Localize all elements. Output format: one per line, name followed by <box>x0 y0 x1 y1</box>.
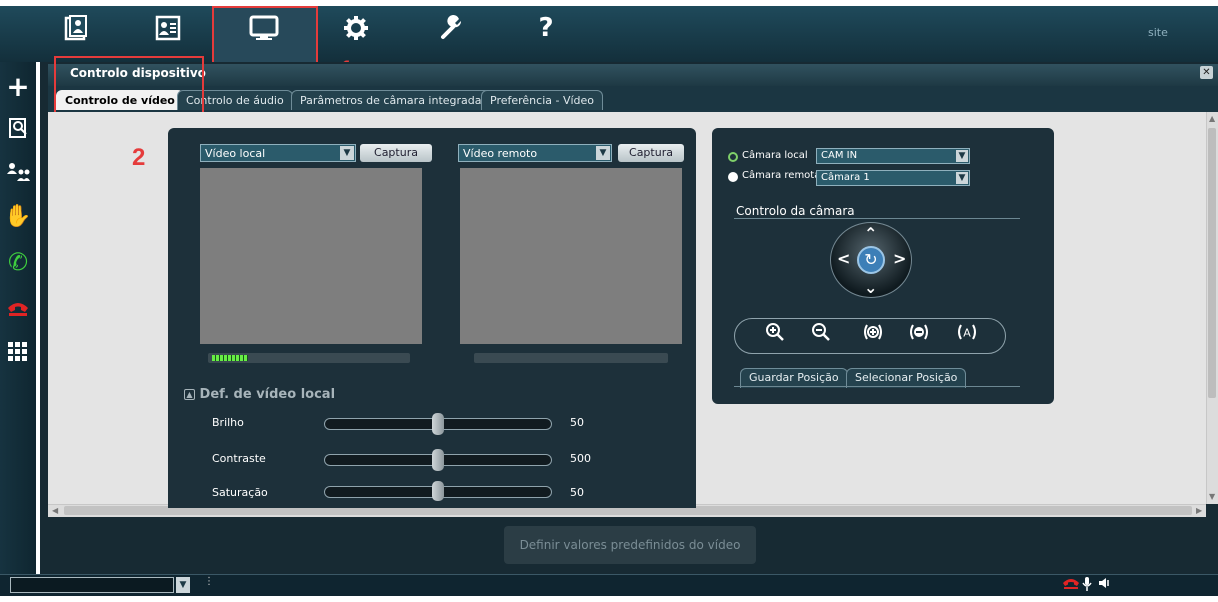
local-video-level-fill <box>212 355 248 361</box>
chevron-down-icon[interactable]: ▼ <box>176 577 190 593</box>
remote-video-preview <box>460 168 682 344</box>
camera-control-title: Controlo da câmara <box>736 204 855 218</box>
local-camera-radio[interactable] <box>728 152 738 162</box>
speaker-icon[interactable] <box>1098 576 1112 594</box>
remote-video-level-meter <box>474 353 668 363</box>
local-video-select[interactable]: Vídeo local ▼ <box>200 144 356 162</box>
contacts-book-icon[interactable] <box>54 6 98 50</box>
local-video-select-value: Vídeo local <box>205 147 266 160</box>
tab-video-preference[interactable]: Preferência - Vídeo <box>481 90 604 110</box>
saturation-label: Saturação <box>212 486 268 499</box>
local-camera-label: Câmara local <box>742 150 808 161</box>
chevron-right-icon[interactable]: > <box>893 249 906 268</box>
zoom-in-icon[interactable] <box>762 322 788 348</box>
chevron-down-icon: ▼ <box>340 146 354 160</box>
contact-card-icon[interactable] <box>146 6 190 50</box>
chevron-left-icon[interactable]: < <box>837 249 850 268</box>
divider <box>734 218 1020 219</box>
brightness-label: Brilho <box>212 416 244 429</box>
contrast-slider-handle[interactable] <box>432 449 444 471</box>
call-icon[interactable]: ✆ <box>4 248 32 276</box>
brightness-slider-handle[interactable] <box>432 413 444 435</box>
local-video-settings-label: Def. de vídeo local <box>199 387 336 402</box>
focus-minus-icon[interactable] <box>906 322 932 348</box>
chevron-down-icon: ▼ <box>596 146 610 160</box>
highlight-box-monitor <box>212 6 318 64</box>
zoom-out-icon[interactable] <box>808 322 834 348</box>
scroll-left-icon[interactable]: ◀ <box>52 506 58 515</box>
save-position-button[interactable]: Guardar Posição <box>740 368 848 388</box>
remote-camera-radio[interactable] <box>728 172 738 182</box>
contrast-value: 500 <box>570 452 591 465</box>
scroll-right-icon[interactable]: ▶ <box>1196 506 1202 515</box>
hang-up-status-icon[interactable] <box>1062 576 1080 594</box>
wrench-icon[interactable] <box>430 6 474 50</box>
select-position-button[interactable]: Selecionar Posição <box>846 368 967 388</box>
raise-hand-icon[interactable]: ✋ <box>4 202 32 230</box>
remote-camera-label: Câmara remota <box>742 170 821 181</box>
focus-plus-icon[interactable] <box>860 322 886 348</box>
scroll-down-icon[interactable]: ▼ <box>1209 492 1215 501</box>
scroll-up-icon[interactable]: ▲ <box>1209 114 1215 123</box>
remote-video-select[interactable]: Vídeo remoto ▼ <box>458 144 612 162</box>
site-label: site <box>1148 26 1168 39</box>
status-separator: ⋮ <box>204 576 214 587</box>
conference-icon[interactable] <box>4 158 32 186</box>
chevron-up-icon[interactable]: ⌃ <box>864 224 877 243</box>
close-icon[interactable]: ✕ <box>1200 66 1213 79</box>
contrast-label: Contraste <box>212 452 266 465</box>
capture-local-button[interactable]: Captura <box>360 144 432 162</box>
contact-search-icon[interactable] <box>4 114 32 142</box>
local-video-settings-title[interactable]: ▲ Def. de vídeo local <box>184 387 335 402</box>
chevron-down-icon: ▼ <box>956 150 968 162</box>
gear-icon[interactable] <box>334 6 378 50</box>
saturation-value: 50 <box>570 486 584 499</box>
remote-camera-select[interactable]: Câmara 1 ▼ <box>816 170 970 186</box>
remote-camera-value: Câmara 1 <box>821 172 870 183</box>
chevron-down-icon: ▼ <box>956 172 968 184</box>
saturation-slider-handle[interactable] <box>432 481 444 501</box>
local-camera-value: CAM IN <box>821 150 858 161</box>
local-camera-select[interactable]: CAM IN ▼ <box>816 148 970 164</box>
tab-integrated-camera-parameters[interactable]: Parâmetros de câmara integrada <box>291 90 491 110</box>
brightness-value: 50 <box>570 416 584 429</box>
divider <box>734 386 1020 387</box>
status-select[interactable] <box>10 577 174 593</box>
vertical-scroll-thumb[interactable] <box>1208 128 1216 398</box>
panel-header <box>48 64 1218 86</box>
add-icon[interactable]: + <box>4 70 32 103</box>
capture-remote-button[interactable]: Captura <box>618 144 684 162</box>
help-icon[interactable]: ? <box>524 6 568 50</box>
local-video-preview <box>200 168 422 344</box>
chevron-down-icon[interactable]: ⌄ <box>864 278 877 297</box>
annotation-number-2: 2 <box>132 144 146 171</box>
svg-text:A: A <box>963 327 971 340</box>
collapse-icon: ▲ <box>184 389 195 400</box>
keypad-icon[interactable] <box>4 338 32 366</box>
auto-focus-icon[interactable]: A <box>954 322 980 348</box>
remote-video-select-value: Vídeo remoto <box>463 147 538 160</box>
microphone-icon[interactable] <box>1082 576 1092 596</box>
reset-position-icon[interactable]: ↻ <box>857 246 885 274</box>
set-local-video-defaults-button[interactable]: Definir valores predefinidos do vídeo lo… <box>504 526 756 590</box>
hang-up-icon[interactable] <box>4 294 32 322</box>
